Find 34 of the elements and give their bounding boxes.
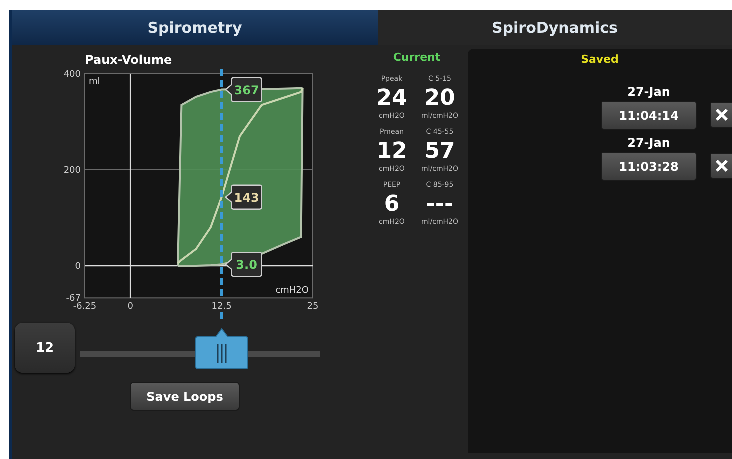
saved-loop-button[interactable]: 11:03:28 [601, 152, 697, 181]
x-tick-label: 0 [128, 302, 134, 312]
slider-thumb[interactable] [194, 327, 249, 369]
save-loops-button[interactable]: Save Loops [130, 382, 240, 411]
chart-title: Paux-Volume [85, 53, 174, 67]
metric-value: 6 [384, 191, 400, 218]
saved-loop-button[interactable]: 11:04:14 [601, 101, 697, 130]
y-tick-label: 200 [64, 166, 81, 176]
cursor-value: 367 [234, 83, 260, 98]
y-axis-unit: ml [89, 77, 100, 87]
delete-button[interactable] [710, 153, 732, 179]
metric-value: 57 [424, 138, 456, 165]
slider-value: 12 [15, 323, 75, 373]
close-icon [714, 108, 728, 122]
cursor-value: 3.0 [236, 258, 258, 272]
cursor-value: 143 [234, 190, 260, 205]
saved-date: 27-Jan [628, 136, 670, 152]
saved-date: 27-Jan [628, 85, 670, 101]
close-icon [714, 159, 728, 173]
metric-value: 20 [424, 85, 456, 112]
x-tick-label: 12.5 [212, 302, 232, 312]
x-axis-unit: cmH2O [276, 286, 309, 296]
current-heading: Current [393, 51, 441, 66]
metric-value: 12 [376, 138, 408, 165]
cursor-line [220, 312, 224, 322]
y-tick-label: 400 [64, 70, 81, 80]
y-tick-label: 0 [75, 262, 81, 272]
metric-value: --- [426, 191, 454, 218]
x-tick-label: -6.25 [73, 302, 97, 312]
delete-button[interactable] [710, 102, 732, 128]
saved-heading: Saved [581, 53, 619, 68]
tab[interactable]: Spirometry [12, 10, 378, 45]
x-tick-label: 25 [307, 302, 319, 312]
metric-value: 24 [376, 85, 408, 112]
